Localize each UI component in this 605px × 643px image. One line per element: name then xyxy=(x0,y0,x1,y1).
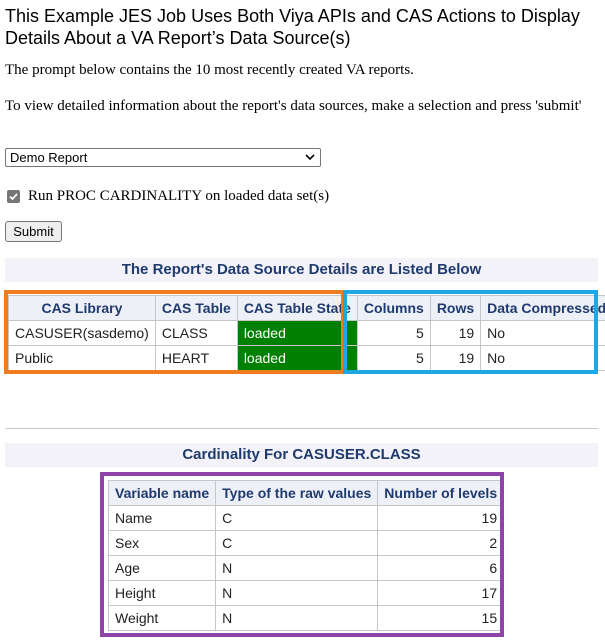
table-cell: No xyxy=(480,345,605,371)
cardinality-checkbox-label: Run PROC CARDINALITY on loaded data set(… xyxy=(28,188,330,204)
table-cell: Sex xyxy=(107,530,217,556)
table-cell: Public xyxy=(8,345,156,371)
table-cell: N xyxy=(215,605,379,631)
table-header-row: Variable name Type of the raw values Num… xyxy=(107,480,505,506)
intro-text: The prompt below contains the 10 most re… xyxy=(5,62,414,78)
table-row: Weight N 15 xyxy=(107,605,505,631)
table-cell: HEART xyxy=(154,345,238,371)
cardinality-option: Run PROC CARDINALITY on loaded data set(… xyxy=(7,187,329,205)
table-row: Height N 17 xyxy=(107,580,505,606)
table-cell: 2 xyxy=(377,530,505,556)
table-cell: Height xyxy=(107,580,217,606)
table-cell: 5 xyxy=(356,345,431,371)
column-header: CAS Table xyxy=(154,295,238,321)
column-header: CAS Table State xyxy=(236,295,358,321)
table-header-row: CAS Library CAS Table CAS Table State Co… xyxy=(8,295,605,321)
column-header: Number of levels xyxy=(377,480,505,506)
table-cell: 19 xyxy=(377,505,505,531)
datasource-caption: The Report's Data Source Details are Lis… xyxy=(5,258,598,282)
table-cell: 19 xyxy=(429,345,482,371)
datasource-table: CAS Library CAS Table CAS Table State Co… xyxy=(8,295,605,371)
chevron-down-icon xyxy=(305,154,315,161)
status-cell: loaded xyxy=(236,345,358,371)
table-row: Age N 6 xyxy=(107,555,505,581)
table-cell: N xyxy=(215,555,379,581)
column-header: Columns xyxy=(356,295,431,321)
table-row: Name C 19 xyxy=(107,505,505,531)
table-row: Sex C 2 xyxy=(107,530,505,556)
table-cell: N xyxy=(215,580,379,606)
column-header: Data Compressed? xyxy=(480,295,605,321)
page-title: This Example JES Job Uses Both Viya APIs… xyxy=(5,6,580,48)
table-cell: Weight xyxy=(107,605,217,631)
table-cell: CLASS xyxy=(154,320,238,346)
status-cell: loaded xyxy=(236,320,358,346)
table-cell: 15 xyxy=(377,605,505,631)
table-cell: CASUSER(sasdemo) xyxy=(8,320,156,346)
report-select-value: Demo Report xyxy=(10,150,88,165)
submit-button[interactable]: Submit xyxy=(5,221,62,242)
report-select[interactable]: Demo Report xyxy=(5,148,321,167)
section-divider xyxy=(5,428,598,429)
table-row: CASUSER(sasdemo) CLASS loaded 5 19 No xyxy=(8,320,605,346)
table-cell: C xyxy=(215,530,379,556)
table-cell: Name xyxy=(107,505,217,531)
cardinality-checkbox[interactable] xyxy=(7,189,20,203)
cardinality-caption: Cardinality For CASUSER.CLASS xyxy=(5,443,598,467)
table-cell: No xyxy=(480,320,605,346)
column-header: CAS Library xyxy=(8,295,156,321)
table-cell: 19 xyxy=(429,320,482,346)
cardinality-table: Variable name Type of the raw values Num… xyxy=(107,480,505,631)
column-header: Type of the raw values xyxy=(215,480,379,506)
column-header: Rows xyxy=(429,295,482,321)
table-cell: 5 xyxy=(356,320,431,346)
table-cell: Age xyxy=(107,555,217,581)
table-cell: 17 xyxy=(377,580,505,606)
table-row: Public HEART loaded 5 19 No xyxy=(8,345,605,371)
instructions-text: To view detailed information about the r… xyxy=(5,98,582,114)
table-cell: 6 xyxy=(377,555,505,581)
table-cell: C xyxy=(215,505,379,531)
checkmark-icon xyxy=(9,192,18,200)
column-header: Variable name xyxy=(107,480,217,506)
